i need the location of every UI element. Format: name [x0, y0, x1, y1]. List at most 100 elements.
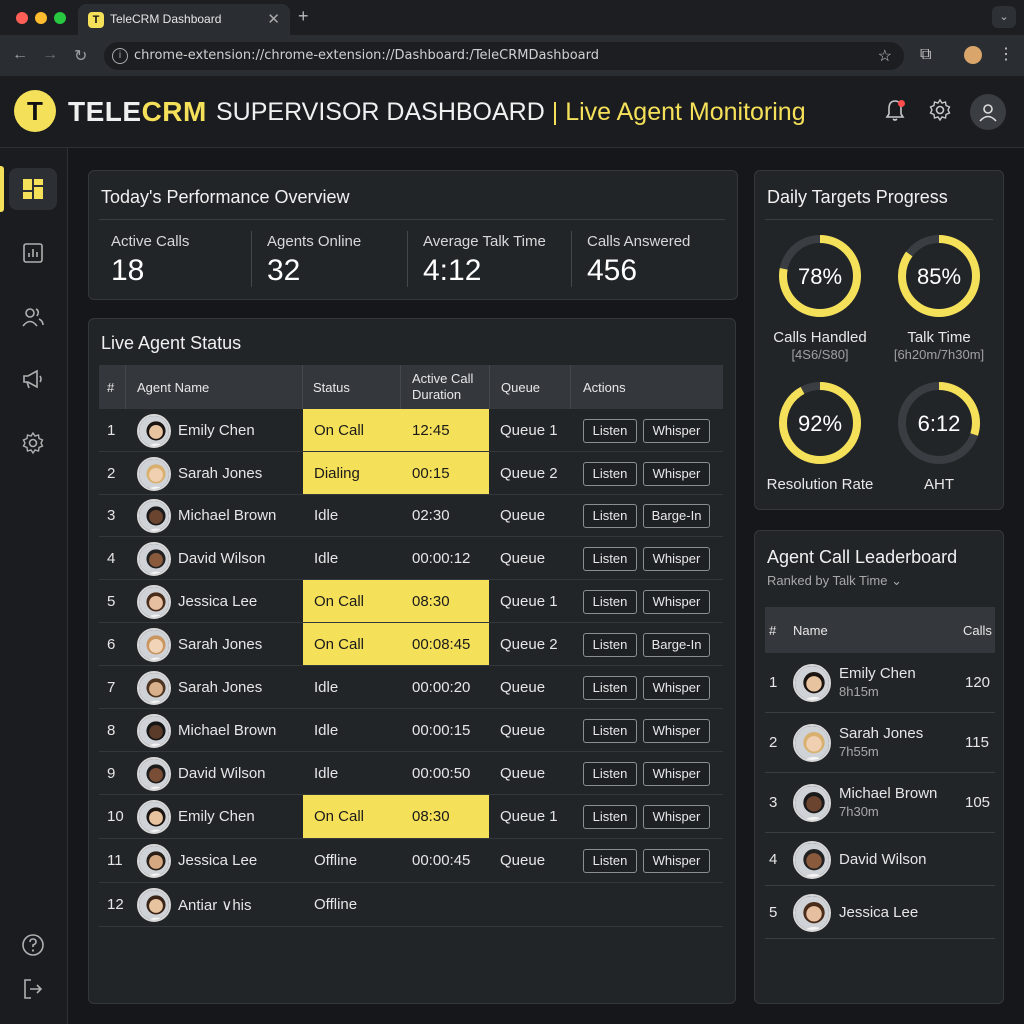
agent-name[interactable]: Jessica Lee — [178, 852, 257, 869]
campaigns-icon[interactable] — [9, 358, 57, 400]
logout-icon[interactable] — [9, 968, 57, 1010]
status-text: Idle — [314, 550, 339, 567]
whisper-button[interactable]: Whisper — [643, 849, 710, 873]
dashboard-icon[interactable] — [9, 168, 57, 210]
agent-name[interactable]: David Wilson — [178, 550, 266, 567]
browser-toolbar: ← → ↻ i chrome-extension://chrome-extens… — [0, 36, 1024, 76]
maximize-window-button[interactable] — [54, 12, 66, 24]
agent-name[interactable]: Michael Brown — [178, 507, 276, 524]
reports-icon[interactable] — [9, 232, 57, 274]
column-header-rank: # — [769, 622, 777, 638]
bookmark-star-icon[interactable]: ☆ — [878, 46, 892, 66]
avatar — [137, 714, 171, 748]
tab-close-icon[interactable]: ✕ — [267, 10, 280, 28]
gear-icon[interactable] — [928, 98, 952, 128]
avatar — [137, 888, 171, 922]
leader-talk-time: 7h30m — [839, 804, 879, 819]
agent-name[interactable]: Sarah Jones — [178, 465, 262, 482]
settings-icon[interactable] — [9, 422, 57, 464]
gauge-label: AHT — [924, 476, 954, 493]
whisper-button[interactable]: Whisper — [643, 762, 710, 786]
listen-button[interactable]: Listen — [583, 805, 637, 829]
agent-name[interactable]: Jessica Lee — [178, 593, 257, 610]
leaderboard-row[interactable]: 3 Michael Brown 7h30m 105 — [765, 773, 995, 833]
column-header-queue[interactable]: Queue — [501, 365, 540, 409]
app-logo[interactable]: TELECRM — [68, 96, 207, 128]
status-text: On Call — [314, 808, 365, 825]
leaderboard-row[interactable]: 2 Sarah Jones 7h55m 115 — [765, 713, 995, 773]
user-icon[interactable] — [970, 94, 1006, 130]
table-row: 3 Michael Brown Idle 02:30 Queue Listen Barge-… — [99, 495, 723, 537]
users-icon[interactable] — [9, 296, 57, 338]
listen-button[interactable]: Listen — [583, 633, 637, 657]
whisper-button[interactable]: Whisper — [643, 719, 710, 743]
queue-name: Queue — [500, 550, 546, 567]
divider — [99, 219, 725, 220]
browser-tab[interactable]: T TeleCRM Dashboard ✕ — [78, 4, 290, 36]
forward-arrow-icon[interactable]: → — [42, 46, 58, 64]
agent-name[interactable]: Emily Chen — [178, 808, 255, 825]
agent-name[interactable]: Sarah Jones — [178, 679, 262, 696]
gauge-value: 78% — [798, 264, 842, 289]
whisper-button[interactable]: Whisper — [643, 676, 710, 700]
kpi-divider — [251, 231, 252, 287]
queue-name: Queue 2 — [500, 636, 558, 653]
kpi-label: Calls Answered — [587, 233, 691, 250]
column-header-duration[interactable]: Active Call Duration — [412, 365, 492, 409]
table-row: 6 Sarah Jones On Call 00:08:45 Queue 2 Listen… — [99, 623, 723, 666]
whisper-button[interactable]: Whisper — [643, 590, 710, 614]
agent-name[interactable]: Sarah Jones — [178, 636, 262, 653]
barge-in-button[interactable]: Barge-In — [643, 504, 710, 528]
address-bar[interactable]: i chrome-extension://chrome-extension://… — [104, 42, 904, 70]
agent-name[interactable]: Antiar ∨his — [178, 896, 252, 914]
app-header: T TELECRM SUPERVISOR DASHBOARD | Live Ag… — [0, 76, 1024, 148]
table-row: 11 Jessica Lee Offline 00:00:45 Queue Listen W… — [99, 839, 723, 883]
help-icon[interactable] — [9, 924, 57, 966]
queue-name: Queue 1 — [500, 422, 558, 439]
daily-targets-panel: Daily Targets Progress 78% Calls Handled[… — [754, 170, 1004, 510]
whisper-button[interactable]: Whisper — [643, 462, 710, 486]
listen-button[interactable]: Listen — [583, 419, 637, 443]
whisper-button[interactable]: Whisper — [643, 547, 710, 571]
listen-button[interactable]: Listen — [583, 504, 637, 528]
barge-in-button[interactable]: Barge-In — [643, 633, 710, 657]
leaderboard-row[interactable]: 5 Jessica Lee — [765, 886, 995, 939]
avatar — [793, 894, 831, 932]
row-number: 2 — [107, 465, 116, 482]
gauge-label: Talk Time — [907, 329, 971, 346]
new-tab-icon[interactable]: + — [298, 6, 309, 27]
reload-icon[interactable]: ↻ — [74, 46, 87, 66]
agent-name[interactable]: Emily Chen — [178, 422, 255, 439]
leader-calls: 115 — [965, 734, 989, 751]
column-header-agent-name[interactable]: Agent Name — [137, 365, 209, 409]
profile-avatar[interactable] — [964, 46, 982, 64]
listen-button[interactable]: Listen — [583, 849, 637, 873]
listen-button[interactable]: Listen — [583, 719, 637, 743]
tab-search-chevron-icon[interactable]: ⌄ — [992, 6, 1016, 28]
listen-button[interactable]: Listen — [583, 462, 637, 486]
extensions-icon[interactable]: ⧉ — [920, 46, 931, 64]
browser-menu-icon[interactable]: ⋮ — [998, 44, 1014, 64]
agent-name[interactable]: David Wilson — [178, 765, 266, 782]
leaderboard-row[interactable]: 4 David Wilson — [765, 833, 995, 886]
column-header-status[interactable]: Status — [313, 365, 350, 409]
agent-name[interactable]: Michael Brown — [178, 722, 276, 739]
row-number: 12 — [107, 896, 124, 913]
listen-button[interactable]: Listen — [583, 676, 637, 700]
url-text[interactable]: chrome-extension://chrome-extension://Da… — [134, 48, 599, 63]
whisper-button[interactable]: Whisper — [643, 419, 710, 443]
live-agent-status-panel: Live Agent Status # Agent Name Status Ac… — [88, 318, 736, 1004]
row-number: 6 — [107, 636, 116, 653]
close-window-button[interactable] — [16, 12, 28, 24]
site-info-icon[interactable]: i — [112, 48, 128, 64]
leaderboard-row[interactable]: 1 Emily Chen 8h15m 120 — [765, 653, 995, 713]
minimize-window-button[interactable] — [35, 12, 47, 24]
listen-button[interactable]: Listen — [583, 547, 637, 571]
listen-button[interactable]: Listen — [583, 762, 637, 786]
listen-button[interactable]: Listen — [583, 590, 637, 614]
whisper-button[interactable]: Whisper — [643, 805, 710, 829]
leaderboard-sort-dropdown[interactable]: Ranked by Talk Time ⌄ — [767, 573, 902, 589]
avatar — [137, 414, 171, 448]
table-row: 9 David Wilson Idle 00:00:50 Queue Listen Whis… — [99, 752, 723, 795]
back-arrow-icon[interactable]: ← — [12, 46, 28, 64]
